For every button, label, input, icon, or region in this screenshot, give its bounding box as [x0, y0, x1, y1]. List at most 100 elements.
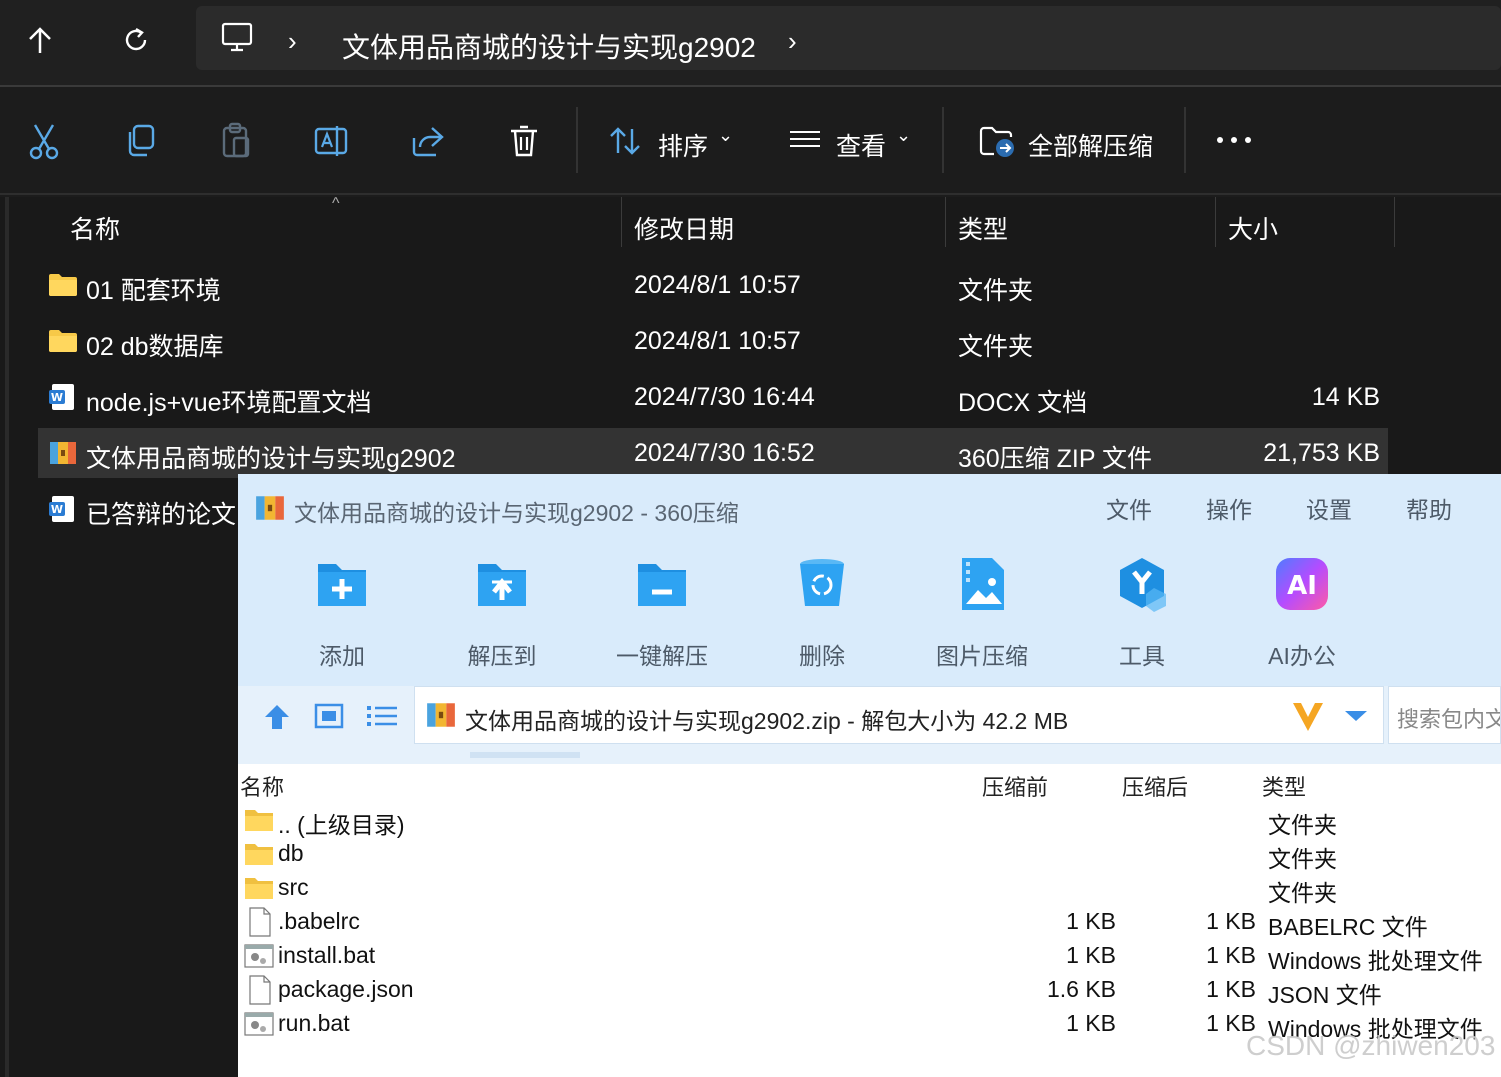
address-box[interactable]: › 文体用品商城的设计与实现g2902 ›: [196, 6, 1501, 70]
watermark: CSDN @zhiwen203: [1246, 1030, 1496, 1061]
batch-file-icon: [244, 944, 274, 968]
tool-image-compress[interactable]: 图片压缩: [922, 554, 1042, 671]
file-row[interactable]: 01 配套环境 2024/8/1 10:57 文件夹: [38, 260, 1388, 310]
entry-size-after: 1 KB: [1206, 976, 1256, 1002]
search-placeholder: 搜索包内文: [1397, 707, 1501, 732]
file-icon: [249, 907, 271, 937]
tool-tools[interactable]: 工具: [1082, 554, 1202, 671]
breadcrumb-chevron-icon[interactable]: ›: [788, 26, 797, 57]
tool-label: 添加: [319, 643, 365, 669]
v-logo-icon[interactable]: [1291, 701, 1325, 733]
up-level-icon[interactable]: [262, 702, 292, 732]
delete-icon[interactable]: [504, 121, 544, 161]
entry-name: run.bat: [278, 1010, 350, 1036]
tool-extract-to[interactable]: 解压到: [442, 554, 562, 671]
file-name: node.js+vue环境配置文档: [86, 389, 372, 417]
paste-icon[interactable]: [216, 121, 256, 161]
file-type: 文件夹: [958, 333, 1034, 361]
archive-row[interactable]: package.json 1.6 KB 1 KB JSON 文件: [238, 974, 1501, 1008]
tool-add[interactable]: 添加: [282, 554, 402, 671]
refresh-icon[interactable]: [116, 20, 156, 60]
file-icon: [249, 975, 271, 1005]
extract-all-button[interactable]: 全部解压缩: [976, 117, 1166, 165]
column-header-type[interactable]: 类型: [958, 210, 1008, 246]
file-type: 360压缩 ZIP 文件: [958, 445, 1153, 473]
entry-type: JSON 文件: [1268, 982, 1382, 1008]
zip-header: 文体用品商城的设计与实现g2902 - 360压缩 文件 操作 设置 帮助 添加…: [238, 474, 1501, 686]
file-type: 文件夹: [958, 277, 1034, 305]
add-folder-icon: [318, 564, 366, 606]
zip-archive-icon: [427, 703, 455, 727]
dropdown-arrow-icon[interactable]: [1343, 709, 1369, 723]
svg-text:AI: AI: [1287, 571, 1317, 601]
extract-all-label: 全部解压缩: [1028, 133, 1154, 161]
detail-list-icon[interactable]: [366, 703, 398, 729]
column-header-before[interactable]: 压缩前: [982, 770, 1048, 802]
entry-name: db: [278, 840, 304, 866]
column-header-type[interactable]: 类型: [1262, 770, 1306, 802]
column-divider[interactable]: [945, 197, 946, 247]
entry-size-after: 1 KB: [1206, 942, 1256, 968]
tool-label: 删除: [799, 643, 845, 669]
breadcrumb-chevron-icon: ›: [288, 26, 297, 56]
entry-size-before: 1 KB: [1066, 942, 1116, 968]
file-size: 21,753 KB: [1263, 439, 1380, 467]
tool-ai-office[interactable]: AI AI办公: [1242, 554, 1362, 671]
extract-folder-icon: [979, 126, 1014, 157]
column-header-name[interactable]: 名称: [70, 210, 120, 246]
zip-window: 文体用品商城的设计与实现g2902 - 360压缩 文件 操作 设置 帮助 添加…: [238, 474, 1501, 1077]
folder-icon: [49, 330, 77, 352]
menu-settings[interactable]: 设置: [1306, 491, 1352, 525]
file-name: 01 配套环境: [86, 277, 221, 305]
extract-to-icon: [478, 564, 526, 606]
file-row-selected[interactable]: 文体用品商城的设计与实现g2902 2024/7/30 16:52 360压缩 …: [38, 428, 1388, 478]
file-row[interactable]: 02 db数据库 2024/8/1 10:57 文件夹: [38, 316, 1388, 366]
column-header-after[interactable]: 压缩后: [1122, 770, 1188, 802]
tool-one-click-extract[interactable]: 一键解压: [602, 554, 722, 671]
entry-name: install.bat: [278, 942, 376, 968]
up-arrow-icon[interactable]: [20, 20, 60, 60]
archive-search-input[interactable]: 搜索包内文: [1388, 686, 1501, 744]
nav-pane-edge: [5, 197, 9, 1077]
rename-icon[interactable]: [312, 121, 352, 161]
chevron-down-icon: ⌄: [896, 125, 912, 145]
archive-row[interactable]: src 文件夹: [238, 872, 1501, 906]
menu-operate[interactable]: 操作: [1206, 491, 1252, 525]
entry-size-before: 1 KB: [1066, 908, 1116, 934]
view-label: 查看: [836, 133, 887, 161]
column-divider[interactable]: [1215, 197, 1216, 247]
archive-row[interactable]: db 文件夹: [238, 838, 1501, 872]
entry-size-after: 1 KB: [1206, 1010, 1256, 1036]
column-divider[interactable]: [1394, 197, 1395, 247]
tool-label: 一键解压: [616, 643, 708, 669]
view-button[interactable]: 查看 ⌄: [784, 117, 924, 165]
share-icon[interactable]: [408, 121, 448, 161]
column-header-date[interactable]: 修改日期: [634, 210, 734, 246]
archive-row[interactable]: .. (上级目录) 文件夹: [238, 804, 1501, 838]
tools-icon: [1120, 558, 1166, 612]
recycle-bin-icon: [800, 559, 844, 606]
archive-path-box[interactable]: 文体用品商城的设计与实现g2902.zip - 解包大小为 42.2 MB: [414, 686, 1384, 744]
command-bar: 排序 ⌄ 查看 ⌄ 全部解压缩: [0, 87, 1501, 195]
ai-office-icon: AI: [1276, 558, 1328, 610]
archive-row[interactable]: .babelrc 1 KB 1 KB BABELRC 文件: [238, 906, 1501, 940]
column-divider[interactable]: [621, 197, 622, 247]
archive-row[interactable]: install.bat 1 KB 1 KB Windows 批处理文件: [238, 940, 1501, 974]
more-options-icon[interactable]: [1214, 125, 1254, 155]
file-row[interactable]: W node.js+vue环境配置文档 2024/7/30 16:44 DOCX…: [38, 372, 1388, 422]
entry-name: .babelrc: [278, 908, 360, 934]
thumbnail-view-icon[interactable]: [314, 702, 344, 730]
cut-icon[interactable]: [24, 121, 64, 161]
menu-help[interactable]: 帮助: [1406, 491, 1452, 525]
this-pc-icon: [220, 20, 254, 59]
toolbar-divider: [1184, 107, 1186, 173]
folder-icon: [245, 844, 273, 865]
zip-archive-icon: [50, 442, 76, 464]
tool-delete[interactable]: 删除: [762, 554, 882, 671]
column-header-name[interactable]: 名称: [240, 770, 284, 802]
copy-icon[interactable]: [120, 121, 160, 161]
column-header-size[interactable]: 大小: [1228, 210, 1278, 246]
menu-file[interactable]: 文件: [1106, 491, 1152, 525]
breadcrumb-current[interactable]: 文体用品商城的设计与实现g2902: [342, 26, 756, 66]
sort-button[interactable]: 排序 ⌄: [604, 117, 744, 165]
